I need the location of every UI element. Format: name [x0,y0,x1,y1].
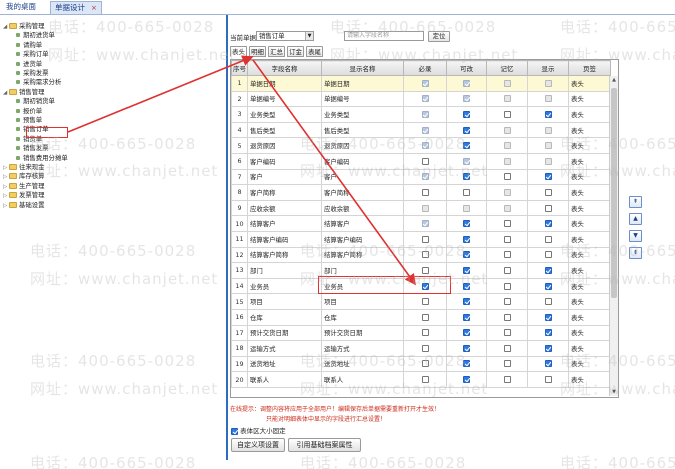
arrow-bill-to-row [252,59,416,286]
app-window: 我的桌面 单据设计 × ◢ 采购管理 期初进货单 请购单 采购订单 进货单 采购发票 采购需求分… [0,0,675,469]
annotation-arrows [67,55,416,286]
arrow-tree-to-bill [67,55,254,133]
